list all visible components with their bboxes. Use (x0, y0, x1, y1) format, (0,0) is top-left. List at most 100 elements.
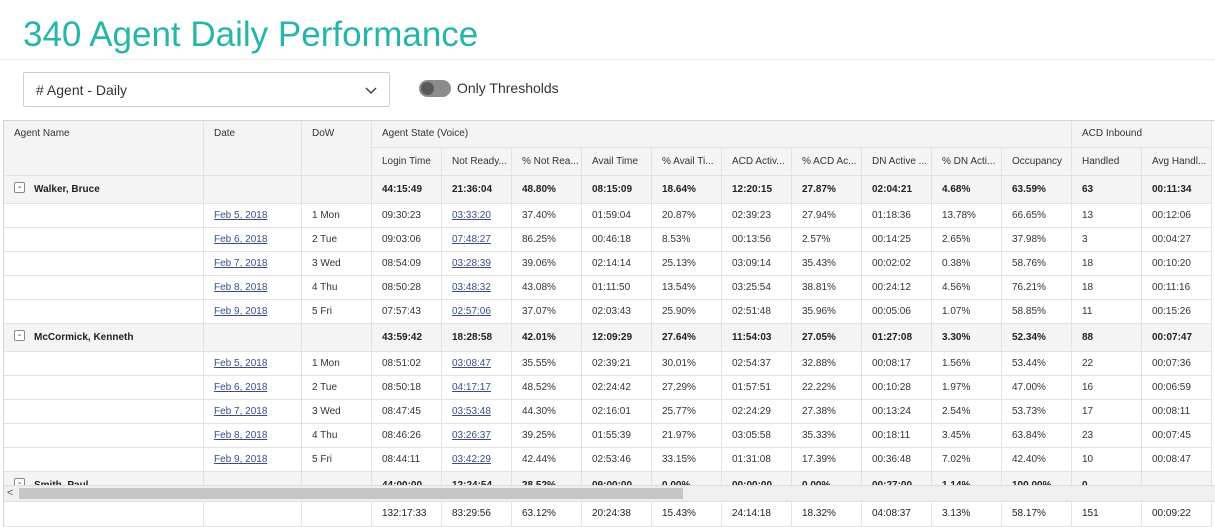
date-link[interactable]: Feb 5, 2018 (214, 210, 267, 221)
table-row-value: 66.65% (1002, 204, 1072, 228)
table-row-value: 03:33:20 (442, 204, 512, 228)
only-thresholds-label: Only Thresholds (457, 80, 559, 96)
date-link[interactable]: Feb 7, 2018 (214, 258, 267, 269)
not-ready-link[interactable]: 07:48:27 (452, 234, 491, 245)
footer-total-cell: 00:09:22 (1142, 501, 1212, 527)
table-row-value: 10 (1072, 448, 1142, 472)
column-header-dow[interactable]: DoW (302, 121, 372, 176)
table-row-value: 38.81% (792, 276, 862, 300)
table-row-value: 03:53:48 (442, 400, 512, 424)
not-ready-link[interactable]: 04:17:17 (452, 382, 491, 393)
date-link[interactable]: Feb 5, 2018 (214, 358, 267, 369)
table-row-agent-cell (4, 448, 204, 472)
table-row-value: 03:08:47 (442, 352, 512, 376)
table-row-value: 08:54:09 (372, 252, 442, 276)
table-row-value: 0.38% (932, 252, 1002, 276)
date-link[interactable]: Feb 8, 2018 (214, 430, 267, 441)
table-row-value: 04:17:17 (442, 376, 512, 400)
table-row-dow: 4 Thu (302, 424, 372, 448)
column-header[interactable]: ACD Activ... (722, 148, 792, 176)
group-total-cell: 63 (1072, 176, 1142, 204)
agent-group-row[interactable]: - Walker, Bruce (4, 176, 204, 204)
group-total-cell: 18.64% (652, 176, 722, 204)
table-row-value: 00:08:17 (862, 352, 932, 376)
only-thresholds-toggle[interactable] (419, 80, 451, 97)
date-link[interactable]: Feb 7, 2018 (214, 406, 267, 417)
table-row-value: 02:54:37 (722, 352, 792, 376)
table-row-value: 02:14:14 (582, 252, 652, 276)
table-row-date-cell: Feb 6, 2018 (204, 228, 302, 252)
table-row-value: 02:03:43 (582, 300, 652, 324)
group-total-cell: 00:11:34 (1142, 176, 1212, 204)
not-ready-link[interactable]: 02:57:06 (452, 306, 491, 317)
column-header-agent-name[interactable]: Agent Name (4, 121, 204, 176)
table-row-dow: 2 Tue (302, 376, 372, 400)
table-row-value: 00:10:20 (1142, 252, 1212, 276)
not-ready-link[interactable]: 03:42:29 (452, 454, 491, 465)
scroll-left-icon[interactable]: < (7, 487, 13, 499)
footer-total-cell: 04:08:37 (862, 501, 932, 527)
column-header[interactable]: Occupancy (1002, 148, 1072, 176)
table-row-value: 42.40% (1002, 448, 1072, 472)
table-row-value: 00:36:48 (862, 448, 932, 472)
date-link[interactable]: Feb 9, 2018 (214, 306, 267, 317)
table-row-value: 07:57:43 (372, 300, 442, 324)
page-title: 340 Agent Daily Performance (23, 15, 479, 54)
not-ready-link[interactable]: 03:28:39 (452, 258, 491, 269)
group-total-cell: 08:15:09 (582, 176, 652, 204)
not-ready-link[interactable]: 03:53:48 (452, 406, 491, 417)
table-row-value: 07:48:27 (442, 228, 512, 252)
table-row-value: 39.06% (512, 252, 582, 276)
agent-group-row[interactable]: - McCormick, Kenneth (4, 324, 204, 352)
table-row-value: 4.56% (932, 276, 1002, 300)
not-ready-link[interactable]: 03:48:32 (452, 282, 491, 293)
table-row-value: 17 (1072, 400, 1142, 424)
date-link[interactable]: Feb 6, 2018 (214, 382, 267, 393)
column-header[interactable]: Login Time (372, 148, 442, 176)
footer-total-cell: 15.43% (652, 501, 722, 527)
group-total-cell: 88 (1072, 324, 1142, 352)
table-row-value: 25.13% (652, 252, 722, 276)
column-header[interactable]: DN Active ... (862, 148, 932, 176)
view-select[interactable]: # Agent - Daily (23, 72, 390, 107)
group-total-cell: 27.64% (652, 324, 722, 352)
table-row-value: 00:11:16 (1142, 276, 1212, 300)
table-row-value: 03:28:39 (442, 252, 512, 276)
horizontal-scrollbar[interactable]: < (4, 485, 1215, 502)
column-header[interactable]: Not Ready... (442, 148, 512, 176)
table-row-dow: 3 Wed (302, 252, 372, 276)
group-total-cell: 21:36:04 (442, 176, 512, 204)
not-ready-link[interactable]: 03:33:20 (452, 210, 491, 221)
table-row-value: 03:26:37 (442, 424, 512, 448)
table-row-date-cell: Feb 8, 2018 (204, 424, 302, 448)
table-row-value: 08:47:45 (372, 400, 442, 424)
date-link[interactable]: Feb 9, 2018 (214, 454, 267, 465)
footer-label-cell (4, 501, 204, 527)
table-row-value: 00:02:02 (862, 252, 932, 276)
column-header[interactable]: Handled (1072, 148, 1142, 176)
table-row-value: 00:13:56 (722, 228, 792, 252)
column-header[interactable]: % Not Rea... (512, 148, 582, 176)
column-header[interactable]: % ACD Ac... (792, 148, 862, 176)
table-row-value: 03:48:32 (442, 276, 512, 300)
date-link[interactable]: Feb 6, 2018 (214, 234, 267, 245)
group-total-cell: 44:15:49 (372, 176, 442, 204)
table-row-value: 02:39:23 (722, 204, 792, 228)
collapse-icon[interactable]: - (14, 330, 25, 341)
not-ready-link[interactable]: 03:26:37 (452, 430, 491, 441)
table-row-value: 03:42:29 (442, 448, 512, 472)
column-header[interactable]: Avg Handl... (1142, 148, 1212, 176)
table-row-date-cell: Feb 6, 2018 (204, 376, 302, 400)
column-header[interactable]: % DN Acti... (932, 148, 1002, 176)
collapse-icon[interactable]: - (14, 182, 25, 193)
not-ready-link[interactable]: 03:08:47 (452, 358, 491, 369)
column-header[interactable]: % Avail Ti... (652, 148, 722, 176)
date-link[interactable]: Feb 8, 2018 (214, 282, 267, 293)
table-row-date-cell: Feb 7, 2018 (204, 400, 302, 424)
table-row-value: 33.15% (652, 448, 722, 472)
table-row-value: 37.40% (512, 204, 582, 228)
table-row-value: 02:24:29 (722, 400, 792, 424)
column-header-date[interactable]: Date (204, 121, 302, 176)
column-header[interactable]: Avail Time (582, 148, 652, 176)
scrollbar-thumb[interactable] (19, 488, 683, 499)
